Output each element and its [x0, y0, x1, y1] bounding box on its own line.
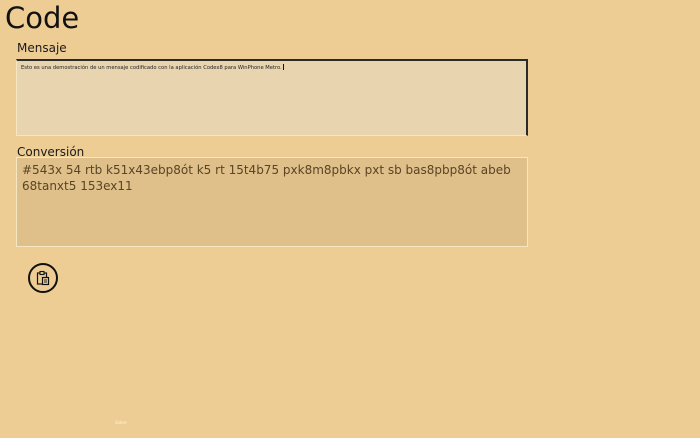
text-caret	[282, 64, 284, 70]
footer-link[interactable]: Sobre	[115, 420, 127, 425]
mensaje-input-value: Esto es una demostración de un mensaje c…	[21, 65, 282, 71]
conversion-output-value: #543x 54 rtb k51x43ebp8ót k5 rt 15t4b75 …	[22, 163, 511, 193]
mensaje-input[interactable]: Esto es una demostración de un mensaje c…	[16, 59, 528, 136]
paste-button[interactable]	[28, 263, 58, 293]
conversion-output[interactable]: #543x 54 rtb k51x43ebp8ót k5 rt 15t4b75 …	[16, 157, 528, 247]
mensaje-label: Mensaje	[17, 41, 67, 55]
app-title: Code	[5, 1, 80, 35]
paste-icon	[36, 270, 50, 286]
